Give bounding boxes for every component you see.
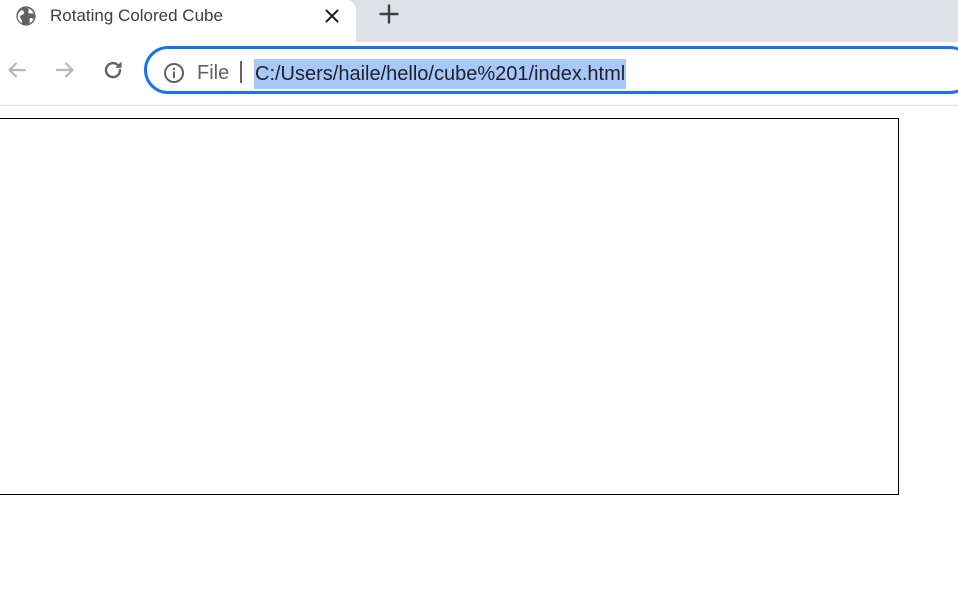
reload-button[interactable] [99,58,127,86]
new-tab-button[interactable] [376,3,402,29]
render-canvas[interactable] [0,118,899,495]
back-button[interactable] [3,58,31,86]
close-icon[interactable] [320,5,344,27]
forward-arrow-icon [53,58,77,87]
url-text[interactable]: C:/Users/haile/hello/cube%201/index.html [254,59,627,89]
back-arrow-icon [5,58,29,87]
scheme-label: File [197,62,230,84]
forward-button[interactable] [51,58,79,86]
plus-icon [379,3,399,29]
omnibox-divider [240,61,242,83]
address-bar[interactable]: File C:/Users/haile/hello/cube%201/index… [144,46,958,94]
tab-strip: Rotating Colored Cube [0,0,958,42]
browser-toolbar: File C:/Users/haile/hello/cube%201/index… [0,42,958,106]
page-content [0,106,958,589]
browser-window: Rotating Colored Cube File C:/Users/hail… [0,0,958,589]
tab-rotating-colored-cube[interactable]: Rotating Colored Cube [0,0,356,42]
globe-icon [15,5,37,27]
tab-title: Rotating Colored Cube [50,6,223,25]
reload-icon [101,58,125,87]
info-icon[interactable] [163,62,185,84]
